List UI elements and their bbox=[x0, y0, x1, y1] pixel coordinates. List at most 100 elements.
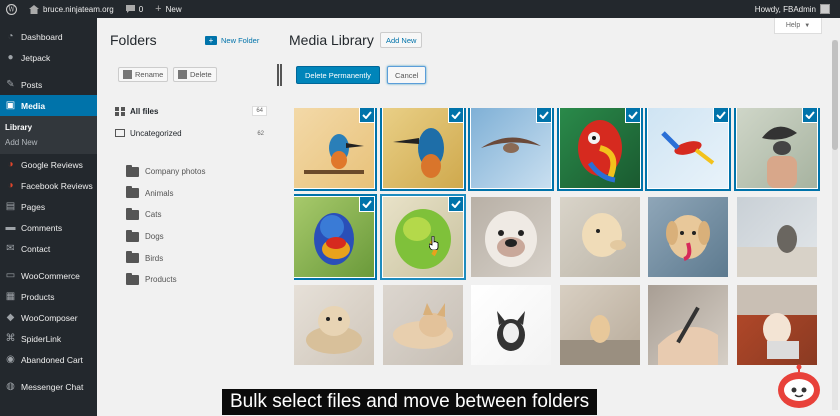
submenu-add-new[interactable]: Add New bbox=[0, 135, 97, 150]
wordpress-icon: W bbox=[6, 3, 17, 15]
scrollbar[interactable] bbox=[832, 40, 838, 410]
thumbnail-image bbox=[559, 196, 640, 277]
media-thumbnail[interactable] bbox=[382, 108, 463, 188]
sidebar-item-label: Abandoned Cart bbox=[21, 354, 83, 365]
media-thumbnail[interactable] bbox=[559, 285, 640, 365]
spiderlink-icon: ⌘ bbox=[5, 333, 16, 344]
folder-icon bbox=[126, 164, 139, 177]
media-thumbnail[interactable] bbox=[648, 285, 728, 365]
site-name-link[interactable]: bruce.ninjateam.org bbox=[23, 0, 120, 18]
pin-icon: ✎ bbox=[6, 79, 15, 90]
folder-dogs[interactable]: Dogs bbox=[126, 226, 266, 248]
folder-company-photos[interactable]: Company photos bbox=[126, 161, 266, 183]
sidebar-item-label: WooCommerce bbox=[21, 270, 80, 281]
panel-resize-handle[interactable] bbox=[277, 64, 282, 86]
folder-icon bbox=[126, 272, 139, 285]
checkmark-icon[interactable] bbox=[802, 108, 817, 122]
chatbot-robot-icon[interactable] bbox=[774, 364, 824, 410]
sidebar-item-woocommerce[interactable]: ▭ WooCommerce bbox=[0, 265, 97, 286]
checkmark-icon[interactable] bbox=[625, 108, 640, 122]
checkmark-icon[interactable] bbox=[448, 108, 463, 122]
folder-animals[interactable]: Animals bbox=[126, 183, 266, 205]
media-thumbnail[interactable] bbox=[294, 108, 374, 188]
new-folder-icon: + bbox=[205, 35, 217, 45]
sidebar-item-pages[interactable]: ▤ Pages bbox=[0, 196, 97, 217]
thumbnail-image bbox=[648, 285, 728, 365]
wordpress-logo[interactable]: W bbox=[0, 0, 23, 18]
uncategorized-label: Uncategorized bbox=[130, 129, 182, 138]
folder-birds[interactable]: Birds bbox=[126, 247, 266, 269]
sidebar-item-abandoned-cart[interactable]: ◉ Abandoned Cart bbox=[0, 349, 97, 370]
sidebar-item-jetpack[interactable]: ● Jetpack bbox=[0, 47, 97, 68]
comments-icon: ▬ bbox=[5, 222, 16, 233]
new-content-link[interactable]: + New bbox=[149, 0, 187, 18]
sidebar-item-woocomposer[interactable]: ◆ WooComposer bbox=[0, 307, 97, 328]
new-folder-button[interactable]: + New Folder bbox=[205, 33, 259, 47]
checkmark-icon[interactable] bbox=[537, 108, 551, 122]
folder-cats[interactable]: Cats bbox=[126, 204, 266, 226]
media-icon: ▣ bbox=[5, 100, 16, 111]
media-thumbnail[interactable] bbox=[736, 285, 817, 365]
sidebar-item-dashboard[interactable]: ◔ Dashboard bbox=[0, 26, 97, 47]
sidebar-item-products[interactable]: ▦ Products bbox=[0, 286, 97, 307]
checkmark-icon[interactable] bbox=[360, 196, 374, 211]
folder-uncategorized[interactable]: Uncategorized 62 bbox=[115, 129, 267, 138]
sidebar-item-label: Posts bbox=[21, 79, 43, 90]
cart-icon: ◉ bbox=[6, 354, 15, 365]
trash-icon bbox=[178, 70, 187, 79]
media-thumbnail[interactable] bbox=[471, 108, 551, 188]
thumbnail-image bbox=[736, 196, 817, 277]
folder-all-files[interactable]: All files 64 bbox=[115, 106, 267, 116]
scrollbar-thumb[interactable] bbox=[832, 40, 838, 150]
sidebar-item-google-reviews[interactable]: ◑ Google Reviews bbox=[0, 154, 97, 175]
sidebar-item-media[interactable]: ▣ Media bbox=[0, 95, 97, 116]
media-thumbnail[interactable] bbox=[294, 285, 374, 365]
media-thumbnail[interactable] bbox=[471, 196, 551, 277]
rename-button[interactable]: Rename bbox=[118, 67, 169, 82]
thumbnail-image bbox=[471, 196, 551, 277]
checkmark-icon[interactable] bbox=[448, 196, 463, 211]
all-files-icon bbox=[115, 106, 125, 116]
site-name: bruce.ninjateam.org bbox=[43, 4, 114, 14]
sidebar-item-contact[interactable]: ✉ Contact bbox=[0, 238, 97, 259]
add-new-button[interactable]: Add New bbox=[380, 32, 423, 48]
svg-text:W: W bbox=[8, 6, 15, 13]
submenu-library[interactable]: Library bbox=[0, 120, 97, 135]
media-thumbnail[interactable] bbox=[559, 108, 640, 188]
delete-permanently-button[interactable]: Delete Permanently bbox=[296, 66, 380, 84]
sidebar-item-messenger-chat[interactable]: ◍ Messenger Chat bbox=[0, 376, 97, 397]
video-caption: Bulk select files and move between folde… bbox=[222, 389, 598, 415]
sidebar-item-comments[interactable]: ▬ Comments bbox=[0, 217, 97, 238]
sidebar-item-label: SpiderLink bbox=[21, 333, 62, 344]
media-thumbnail[interactable] bbox=[471, 285, 551, 365]
media-thumbnail[interactable] bbox=[382, 285, 463, 365]
messenger-icon: ◍ bbox=[6, 381, 15, 392]
products-icon: ▦ bbox=[5, 291, 16, 302]
delete-label: Delete bbox=[190, 70, 212, 79]
folder-products[interactable]: Products bbox=[126, 269, 266, 291]
checkmark-icon[interactable] bbox=[714, 108, 728, 122]
media-thumbnail[interactable] bbox=[382, 196, 463, 277]
comments-count: 0 bbox=[138, 4, 144, 14]
media-thumbnail[interactable] bbox=[648, 196, 728, 277]
media-thumbnail[interactable] bbox=[648, 108, 728, 188]
plus-icon: + bbox=[155, 3, 162, 15]
media-thumbnail[interactable] bbox=[559, 196, 640, 277]
howdy-text: Howdy, FBAdmin bbox=[754, 4, 816, 14]
sidebar-item-label: Media bbox=[21, 100, 46, 111]
sidebar-item-spiderlink[interactable]: ⌘ SpiderLink bbox=[0, 328, 97, 349]
comments-link[interactable]: 0 bbox=[120, 0, 149, 18]
sidebar-item-facebook-reviews[interactable]: ◑ Facebook Reviews bbox=[0, 175, 97, 196]
media-thumbnail[interactable] bbox=[294, 196, 374, 277]
media-thumbnail[interactable] bbox=[736, 196, 817, 277]
folders-title: Folders bbox=[110, 32, 157, 48]
media-thumbnail[interactable] bbox=[736, 108, 817, 188]
my-account[interactable]: Howdy, FBAdmin bbox=[755, 4, 840, 14]
sidebar-item-posts[interactable]: ✎ Posts bbox=[0, 74, 97, 95]
delete-button[interactable]: Delete bbox=[173, 67, 217, 82]
folder-label: Cats bbox=[145, 210, 162, 220]
checkmark-icon[interactable] bbox=[360, 108, 374, 122]
folder-icon bbox=[126, 207, 139, 220]
cancel-button[interactable]: Cancel bbox=[387, 66, 427, 84]
help-tab[interactable]: Help ▼ bbox=[774, 18, 822, 34]
